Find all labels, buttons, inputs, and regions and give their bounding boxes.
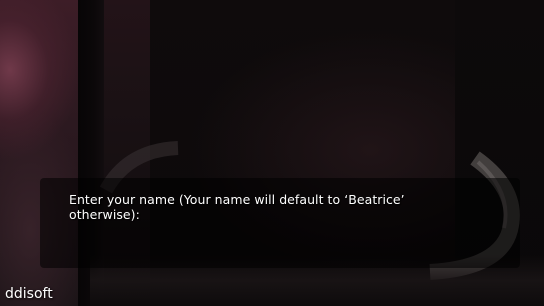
watermark-text: ddisoft — [5, 286, 53, 302]
name-entry-prompt: Enter your name (Your name will default … — [69, 192, 405, 222]
game-scene: Enter your name (Your name will default … — [0, 0, 544, 306]
